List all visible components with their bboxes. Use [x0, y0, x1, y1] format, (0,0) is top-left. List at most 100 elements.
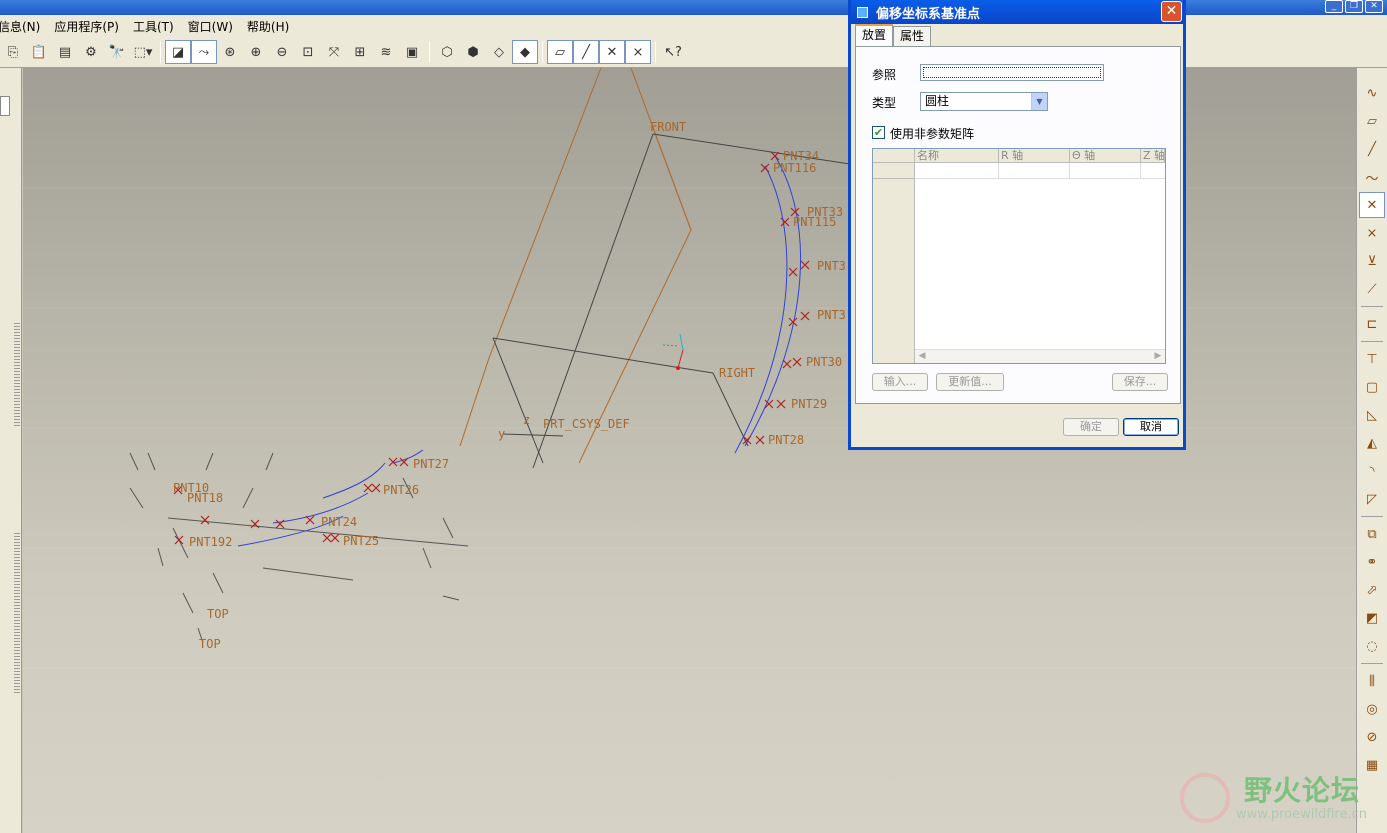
save-button[interactable]: 保存... [1112, 373, 1168, 391]
extrude-icon[interactable]: ⊤ [1359, 346, 1385, 372]
toolbar-separator [1361, 341, 1383, 342]
datum-axis-display-icon[interactable]: ╱ [573, 40, 599, 64]
right-plane-label: RIGHT [719, 366, 755, 380]
rib-icon[interactable]: ⚭ [1359, 549, 1385, 575]
column-theta-axis[interactable]: Θ 轴 [1070, 149, 1141, 162]
hidden-line-icon[interactable]: ⬢ [460, 40, 486, 64]
scroll-left-icon[interactable]: ◀ [915, 350, 929, 363]
find-icon[interactable]: 🔭 [104, 40, 130, 64]
no-hidden-icon[interactable]: ◇ [486, 40, 512, 64]
zoom-out-icon[interactable]: ⊖ [269, 40, 295, 64]
table-row[interactable] [915, 163, 1165, 179]
point-label: PNT30 [806, 355, 842, 369]
forum-watermark: 野火论坛 www.proewildfire.cn [1180, 767, 1380, 829]
select-box-icon[interactable]: ⬚▾ [130, 40, 156, 64]
menu-info[interactable]: 信息(N) [0, 18, 48, 35]
copy-icon[interactable]: ⎘ [0, 40, 26, 64]
round-icon[interactable]: ◝ [1359, 458, 1385, 484]
table-header: 名称 R 轴 Θ 轴 Z 轴 [915, 149, 1165, 163]
regenerate-icon[interactable]: ⚙ [78, 40, 104, 64]
chamfer-icon[interactable]: ◸ [1359, 486, 1385, 512]
point-label: PNT3 [817, 259, 846, 273]
cancel-button[interactable]: 取消 [1123, 418, 1179, 436]
boundary-blend-icon[interactable]: ◌ [1359, 633, 1385, 659]
menu-applications[interactable]: 应用程序(P) [48, 18, 127, 35]
datum-curve-icon[interactable]: 〜 [1359, 164, 1385, 190]
analysis-icon[interactable]: ⊏ [1359, 311, 1385, 337]
dialog-close-button[interactable]: ✕ [1161, 1, 1182, 22]
point-label: PNT29 [791, 397, 827, 411]
context-help-icon[interactable]: ↖? [660, 40, 686, 64]
restore-button[interactable]: ❐ [1345, 0, 1363, 13]
field-point-icon[interactable]: ⊻ [1359, 248, 1385, 274]
app-icon [857, 6, 868, 18]
point-label: PNT25 [343, 534, 379, 548]
import-button[interactable]: 输入... [872, 373, 928, 391]
datum-axis-icon[interactable]: ╱ [1359, 136, 1385, 162]
orient-mode-icon[interactable]: ⊛ [217, 40, 243, 64]
paste-icon[interactable]: 📋 [26, 40, 52, 64]
column-z-axis[interactable]: Z 轴 [1141, 149, 1165, 162]
blend-icon[interactable]: ◭ [1359, 430, 1385, 456]
use-nonparam-checkbox[interactable]: ✔ [872, 126, 885, 139]
close-window-button[interactable]: ✕ [1365, 0, 1383, 13]
column-name[interactable]: 名称 [915, 149, 999, 162]
tab-placement[interactable]: 放置 [855, 24, 894, 46]
layers-icon[interactable]: ≋ [373, 40, 399, 64]
zoom-in-icon[interactable]: ⊕ [243, 40, 269, 64]
chevron-down-icon[interactable]: ▼ [1031, 93, 1047, 110]
dialog-title-bar: 偏移坐标系基准点 [851, 0, 1183, 24]
datum-plane-icon[interactable]: ▱ [1359, 108, 1385, 134]
menu-window[interactable]: 窗口(W) [182, 18, 241, 35]
placement-panel: 参照 类型 圆柱 ▼ ✔ 使用非参数矩阵 名称 R 轴 Θ 轴 Z 轴 ◀ ▶ … [855, 46, 1181, 404]
shell-icon[interactable]: ⧉ [1359, 521, 1385, 547]
watermark-url: www.proewildfire.cn [1236, 807, 1367, 822]
offset-csys-point-icon[interactable]: ⨯ [1359, 220, 1385, 246]
revolve-icon[interactable]: ▢ [1359, 374, 1385, 400]
menu-tools[interactable]: 工具(T) [127, 18, 182, 35]
type-select[interactable]: 圆柱 ▼ [920, 92, 1048, 111]
sash-grip[interactable] [14, 323, 20, 428]
minimize-button[interactable]: _ [1325, 0, 1343, 13]
sweep-icon[interactable]: ◺ [1359, 402, 1385, 428]
tab-properties[interactable]: 属性 [893, 26, 932, 46]
shading-icon[interactable]: ◆ [512, 40, 538, 64]
repaint-icon[interactable]: ◪ [165, 40, 191, 64]
sash-grip[interactable] [14, 533, 20, 693]
reference-collector[interactable] [920, 64, 1104, 81]
paste-special-icon[interactable]: ▤ [52, 40, 78, 64]
forum-logo-icon [1180, 773, 1230, 823]
csys-display-icon[interactable]: ⨯ [625, 40, 651, 64]
refit-icon[interactable]: ⊡ [295, 40, 321, 64]
merge-icon[interactable]: ◎ [1359, 696, 1385, 722]
point-table[interactable]: 名称 R 轴 Θ 轴 Z 轴 ◀ ▶ [872, 148, 1166, 364]
scroll-right-icon[interactable]: ▶ [1151, 350, 1165, 363]
toolbar-separator [655, 41, 656, 63]
reorient-icon[interactable]: ⤧ [321, 40, 347, 64]
wireframe-icon[interactable]: ⬡ [434, 40, 460, 64]
navigator-tab[interactable] [0, 96, 10, 116]
datum-point-display-icon[interactable]: ✕ [599, 40, 625, 64]
view-manager-icon[interactable]: ▣ [399, 40, 425, 64]
top-plane-label: TOP [207, 607, 229, 621]
toolbar-separator [542, 41, 543, 63]
column-r-axis[interactable]: R 轴 [999, 149, 1070, 162]
update-values-button[interactable]: 更新值... [936, 373, 1004, 391]
datum-point-icon[interactable]: ✕ [1359, 192, 1385, 218]
datum-plane-display-icon[interactable]: ▱ [547, 40, 573, 64]
draft-icon[interactable]: ⬀ [1359, 577, 1385, 603]
mirror-icon[interactable]: ⫼ [1359, 668, 1385, 694]
dialog-title: 偏移坐标系基准点 [876, 6, 981, 22]
point-label: PNT115 [793, 215, 836, 229]
coordinate-system-icon[interactable]: ⟋ [1359, 276, 1385, 302]
trim-icon[interactable]: ⊘ [1359, 724, 1385, 750]
horizontal-scrollbar[interactable]: ◀ ▶ [915, 349, 1165, 363]
row-header-column [873, 149, 915, 363]
sketch-icon[interactable]: ∿ [1359, 80, 1385, 106]
saved-views-icon[interactable]: ⊞ [347, 40, 373, 64]
ok-button[interactable]: 确定 [1063, 418, 1119, 436]
csys-label: PRT_CSYS_DEF [543, 417, 630, 431]
spin-center-icon[interactable]: ⤳ [191, 40, 217, 64]
menu-help[interactable]: 帮助(H) [241, 18, 297, 35]
hole-icon[interactable]: ◩ [1359, 605, 1385, 631]
